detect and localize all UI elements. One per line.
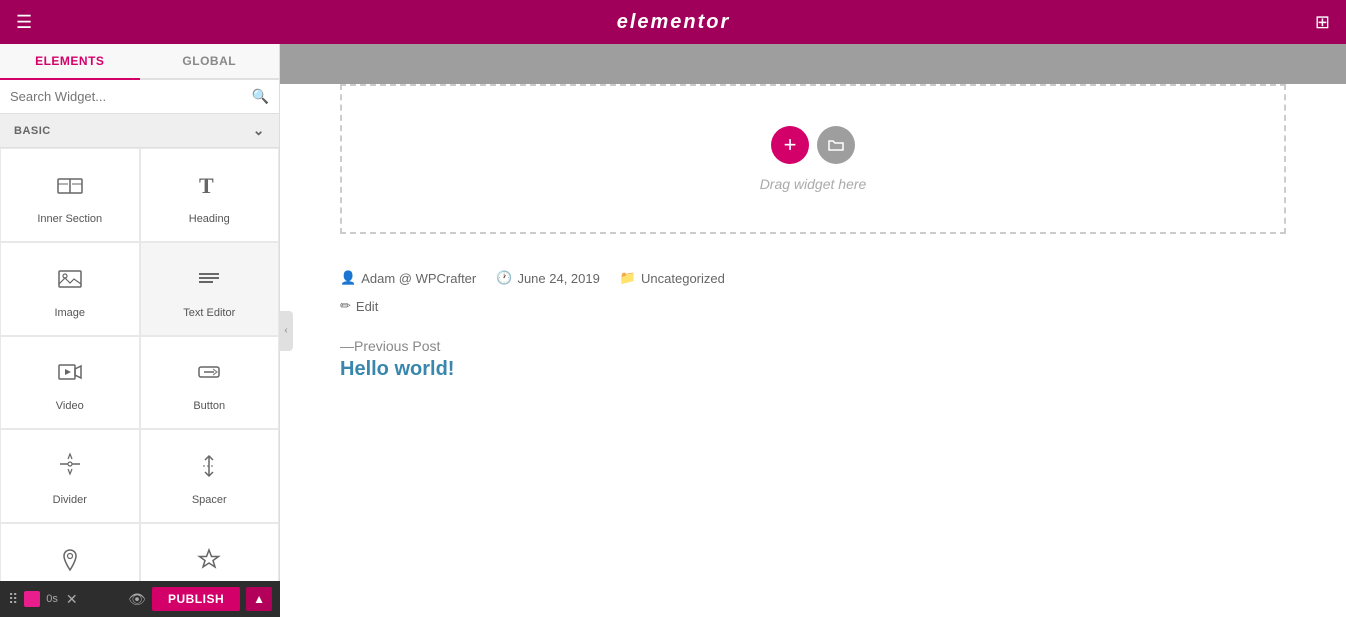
text-editor-icon — [195, 265, 223, 301]
grid-icon[interactable]: ⊞ — [1315, 12, 1330, 33]
widget-divider-label: Divider — [53, 494, 87, 506]
widget-inner-section-label: Inner Section — [37, 213, 102, 225]
widget-heading[interactable]: T Heading — [140, 148, 280, 242]
heading-icon: T — [195, 171, 223, 207]
widget-text-editor-label: Text Editor — [183, 307, 235, 319]
main-layout: ELEMENTS GLOBAL 🔍 BASIC ⌄ — [0, 44, 1346, 617]
widget-text-editor[interactable]: Text Editor — [140, 242, 280, 336]
date-value: June 24, 2019 — [517, 271, 599, 286]
date-icon: 🕐 — [496, 270, 512, 286]
drop-zone: + Drag widget here — [340, 84, 1286, 234]
sidebar-collapse-toggle[interactable]: ‹ — [279, 311, 293, 351]
publish-dropdown-arrow[interactable]: ▲ — [246, 587, 272, 611]
drag-text: Drag widget here — [760, 176, 867, 192]
elementor-logo: elementor — [617, 11, 731, 34]
widget-divider[interactable]: Divider — [0, 429, 140, 523]
widget-image[interactable]: Image — [0, 242, 140, 336]
search-bar: 🔍 — [0, 80, 279, 114]
video-icon — [56, 358, 84, 394]
drop-zone-buttons: + — [771, 126, 855, 164]
color-swatch — [24, 591, 40, 607]
timer-badge: 0s — [46, 593, 58, 605]
canvas-area: + Drag widget here 👤 Adam @ WPCrafter — [280, 44, 1346, 617]
top-bar: ☰ elementor ⊞ — [0, 0, 1346, 44]
button-icon — [195, 358, 223, 394]
widget-video[interactable]: Video — [0, 336, 140, 430]
image-icon — [56, 265, 84, 301]
add-widget-button[interactable]: + — [771, 126, 809, 164]
widget-button[interactable]: Button — [140, 336, 280, 430]
grid-dots-icon: ⠿ — [8, 591, 18, 608]
widget-video-label: Video — [56, 400, 84, 412]
hamburger-icon[interactable]: ☰ — [16, 12, 32, 33]
widget-button-label: Button — [193, 400, 225, 412]
search-input[interactable] — [10, 89, 252, 104]
chevron-down-icon[interactable]: ⌄ — [253, 122, 265, 139]
icon-widget-icon — [195, 546, 223, 582]
post-date: 🕐 June 24, 2019 — [496, 270, 600, 286]
category-icon: 📁 — [620, 270, 636, 286]
bottom-bar: ⠿ 0s ✕ 👁 PUBLISH ▲ — [0, 581, 280, 617]
canvas-content: + Drag widget here 👤 Adam @ WPCrafter — [280, 84, 1346, 617]
post-meta: 👤 Adam @ WPCrafter 🕐 June 24, 2019 📁 Unc… — [280, 254, 1346, 294]
category-value: Uncategorized — [641, 271, 725, 286]
sidebar: ELEMENTS GLOBAL 🔍 BASIC ⌄ — [0, 44, 280, 617]
eye-icon[interactable]: 👁 — [128, 591, 146, 608]
widget-grid: Inner Section T Heading — [0, 148, 279, 617]
author-name: Adam @ WPCrafter — [361, 271, 476, 286]
spacer-icon — [195, 452, 223, 488]
author-icon: 👤 — [340, 270, 356, 286]
edit-link[interactable]: ✏ Edit — [280, 294, 1346, 318]
post-author: 👤 Adam @ WPCrafter — [340, 270, 476, 286]
tab-global[interactable]: GLOBAL — [140, 44, 280, 78]
previous-post-label: —Previous Post — [340, 338, 1286, 354]
section-header-basic: BASIC ⌄ — [0, 114, 279, 148]
sidebar-tabs: ELEMENTS GLOBAL — [0, 44, 279, 80]
previous-post-section: —Previous Post Hello world! — [280, 318, 1346, 401]
add-from-library-button[interactable] — [817, 126, 855, 164]
drop-zone-inner: + Drag widget here — [760, 126, 867, 192]
svg-text:T: T — [199, 173, 214, 198]
post-category: 📁 Uncategorized — [620, 270, 725, 286]
publish-button[interactable]: PUBLISH — [152, 587, 240, 611]
widget-inner-section[interactable]: Inner Section — [0, 148, 140, 242]
google-maps-icon — [56, 546, 84, 582]
search-icon: 🔍 — [252, 88, 269, 105]
divider-icon — [56, 452, 84, 488]
edit-pencil-icon: ✏ — [340, 298, 351, 314]
widget-heading-label: Heading — [189, 213, 230, 225]
inner-section-icon — [56, 171, 84, 207]
widget-image-label: Image — [54, 307, 85, 319]
tab-elements[interactable]: ELEMENTS — [0, 44, 140, 80]
widget-spacer[interactable]: Spacer — [140, 429, 280, 523]
edit-label: Edit — [356, 299, 378, 314]
widget-spacer-label: Spacer — [192, 494, 227, 506]
close-icon[interactable]: ✕ — [66, 591, 78, 608]
previous-post-title[interactable]: Hello world! — [340, 358, 454, 380]
